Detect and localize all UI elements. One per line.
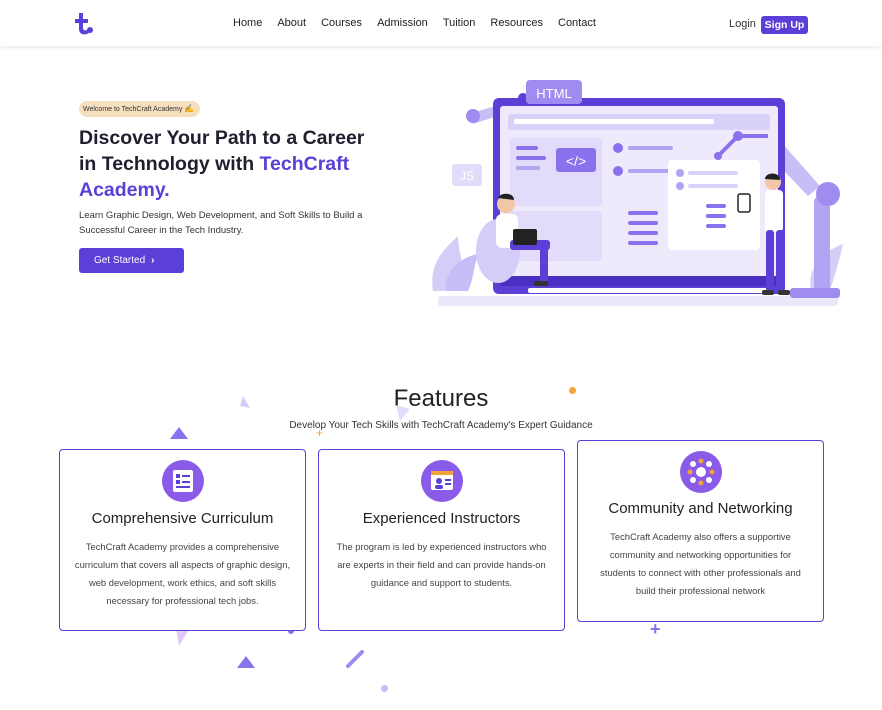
welcome-badge: Welcome to TechCraft Academy ✍ (79, 101, 201, 117)
features-subtitle: Develop Your Tech Skills with TechCraft … (289, 420, 593, 431)
plus-decoration-icon: + (316, 426, 324, 440)
nav-admission[interactable]: Admission (377, 17, 428, 29)
techcraft-logo-icon[interactable] (72, 11, 94, 35)
hero-illustration: </> HTML JS (432, 80, 843, 306)
triangle-decoration-icon (396, 405, 410, 421)
js-tag-label: JS (460, 169, 474, 183)
dot-decoration-icon (569, 387, 576, 394)
nav-about[interactable]: About (277, 17, 306, 29)
welcome-badge-text: Welcome to TechCraft Academy (83, 106, 183, 113)
triangle-decoration-icon (240, 396, 250, 408)
hero-title: Discover Your Path to a Career in Techno… (79, 125, 379, 203)
card-text: TechCraft Academy provides a comprehensi… (74, 541, 291, 606)
card-text: TechCraft Academy also offers a supporti… (600, 531, 801, 596)
plus-decoration-icon: + (650, 619, 661, 639)
card-title: Experienced Instructors (362, 510, 521, 527)
html-tag-label: HTML (536, 86, 571, 101)
nav-contact[interactable]: Contact (558, 17, 596, 29)
get-started-button[interactable]: Get Started › (79, 248, 184, 273)
document-checklist-icon (161, 460, 204, 502)
card-text: The program is led by experienced instru… (336, 541, 547, 588)
hero-title-line2: in Technology with (79, 153, 260, 175)
card-title: Community and Networking (608, 500, 793, 517)
nav-courses[interactable]: Courses (321, 17, 362, 29)
hero-title-brand-2: Academy. (79, 179, 170, 201)
login-link[interactable]: Login (729, 18, 756, 30)
hero-subtitle: Learn Graphic Design, Web Development, a… (79, 210, 363, 236)
hero-title-line1: Discover Your Path to a Career (79, 127, 365, 149)
network-people-icon (679, 451, 722, 493)
feature-card-instructors: Experienced Instructors The program is l… (318, 449, 565, 631)
triangle-decoration-icon (237, 656, 255, 668)
card-title: Comprehensive Curriculum (91, 510, 274, 527)
feature-card-curriculum: Comprehensive Curriculum TechCraft Acade… (59, 449, 306, 631)
features-title: Features (393, 385, 489, 412)
signup-button[interactable]: Sign Up (761, 16, 808, 34)
feature-card-community: Community and Networking TechCraft Acade… (577, 440, 824, 622)
instructor-screen-icon (420, 460, 463, 502)
line-decoration-icon (346, 650, 364, 668)
nav-tuition[interactable]: Tuition (443, 17, 476, 29)
get-started-label: Get Started (94, 255, 146, 266)
top-navbar: Home About Courses Admission Tuition Res… (0, 0, 882, 46)
nav-links: Home About Courses Admission Tuition Res… (233, 17, 611, 29)
nav-resources[interactable]: Resources (490, 17, 543, 29)
dot-decoration-icon (381, 685, 388, 692)
code-tag-label: </> (566, 153, 586, 169)
hero-title-brand: TechCraft (259, 153, 350, 175)
nav-home[interactable]: Home (233, 17, 262, 29)
triangle-decoration-icon (170, 427, 188, 439)
hand-wave-icon: ✍ (184, 104, 195, 113)
chevron-right-icon: › (151, 255, 155, 266)
